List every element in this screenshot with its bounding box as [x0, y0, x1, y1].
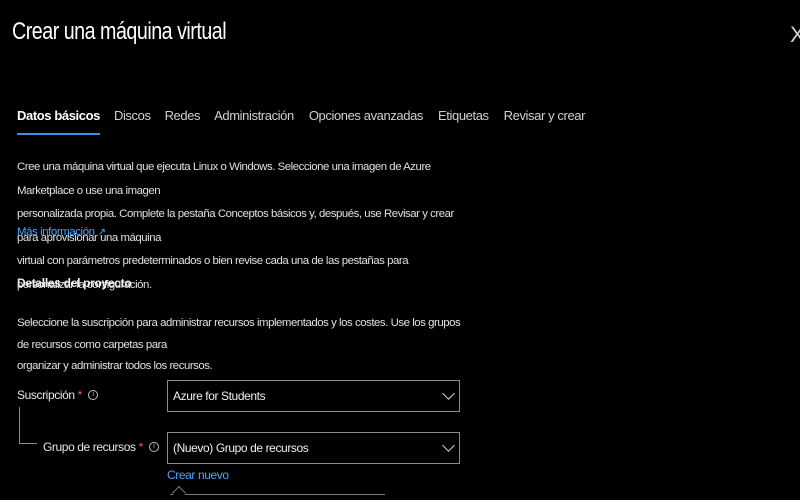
resource-group-value: (Nuevo) Grupo de recursos — [173, 441, 309, 455]
more-info-link[interactable]: Más información ↗ — [17, 226, 106, 238]
tab-datos-basicos[interactable]: Datos básicos — [17, 108, 100, 135]
info-icon[interactable]: i — [148, 442, 159, 452]
tab-revisar-y-crear[interactable]: Revisar y crear — [504, 108, 586, 135]
resource-group-label: Grupo de recursos * i — [43, 440, 159, 454]
project-line: Seleccione la suscripción para administr… — [17, 317, 461, 351]
subscription-label-text: Suscripción — [17, 388, 75, 402]
info-icon[interactable]: i — [87, 390, 98, 400]
subscription-select[interactable]: Azure for Students — [167, 380, 460, 412]
close-icon[interactable]: X — [790, 22, 800, 48]
tab-administracion[interactable]: Administración — [214, 108, 294, 135]
more-info-label: Más información — [17, 226, 95, 238]
chevron-down-icon — [442, 387, 455, 400]
tab-bar: Datos básicos Discos Redes Administració… — [17, 108, 585, 135]
callout-border — [170, 494, 385, 500]
tab-redes[interactable]: Redes — [165, 108, 201, 135]
tab-opciones-avanzadas[interactable]: Opciones avanzadas — [309, 108, 424, 135]
tree-connector — [19, 407, 37, 444]
required-marker: * — [77, 388, 83, 402]
create-new-link[interactable]: Crear nuevo — [167, 468, 229, 482]
required-marker: * — [138, 440, 144, 454]
section-title-project-details: Detalles del proyecto — [17, 276, 132, 290]
project-description: Seleccione la suscripción para administr… — [17, 313, 467, 378]
tab-discos[interactable]: Discos — [114, 108, 151, 135]
project-line: organizar y administrar todos los recurs… — [17, 360, 213, 372]
intro-line: Cree una máquina virtual que ejecuta Lin… — [17, 161, 431, 197]
tab-etiquetas[interactable]: Etiquetas — [438, 108, 489, 135]
external-link-icon: ↗ — [97, 227, 106, 238]
more-options-icon[interactable]: ··· — [197, 24, 211, 40]
resource-group-label-text: Grupo de recursos — [43, 440, 136, 454]
subscription-label: Suscripción * i — [17, 388, 98, 402]
resource-group-select[interactable]: (Nuevo) Grupo de recursos — [167, 432, 460, 464]
chevron-down-icon — [442, 439, 455, 452]
page-title: Crear una máquina virtual — [12, 18, 227, 45]
subscription-value: Azure for Students — [173, 389, 266, 403]
